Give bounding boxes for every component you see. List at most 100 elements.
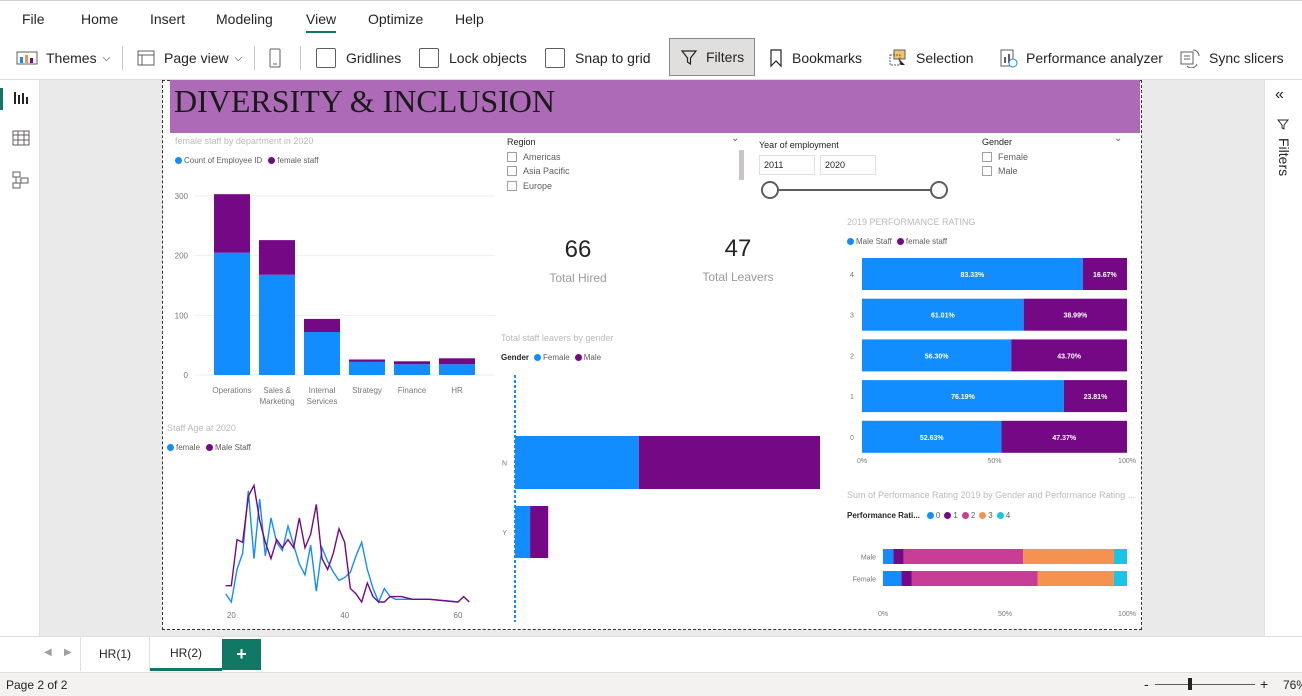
zoom-slider-track[interactable] bbox=[1155, 684, 1255, 685]
tab-hr2[interactable]: HR(2) bbox=[150, 637, 222, 671]
legend-label: 0 bbox=[935, 511, 941, 520]
y-tick-label: 1 bbox=[850, 394, 854, 401]
leavers-chart-title: Total staff leavers by gender bbox=[501, 333, 614, 343]
total-leavers-label: Total Leavers bbox=[702, 270, 774, 284]
year-slider-end-handle[interactable] bbox=[930, 181, 948, 199]
legend-dot-blue bbox=[167, 444, 174, 451]
sync-slicers-label: Sync slicers bbox=[1209, 50, 1284, 66]
chevron-right-icon[interactable]: ▶ bbox=[64, 647, 72, 658]
status-bar: Page 2 of 2 - + 76% bbox=[0, 672, 1302, 696]
menu-modeling[interactable]: Modeling bbox=[216, 11, 273, 27]
year-from-input[interactable]: 2011 bbox=[759, 155, 815, 175]
slicer-scrollbar[interactable] bbox=[739, 150, 744, 180]
series-line-female bbox=[225, 490, 459, 604]
checkbox-icon bbox=[419, 48, 439, 68]
mobile-layout-icon bbox=[269, 48, 281, 68]
filters-pane-label: Filters bbox=[1276, 138, 1292, 177]
legend-dot bbox=[944, 512, 952, 519]
mobile-layout-button[interactable] bbox=[268, 44, 282, 72]
year-slider-track bbox=[770, 189, 938, 191]
zoom-level[interactable]: 76% bbox=[1283, 678, 1302, 692]
x-tick-label: 50% bbox=[998, 611, 1012, 618]
data-label: 16.67% bbox=[1093, 272, 1118, 279]
themes-button[interactable]: Themes ⌵ bbox=[16, 44, 110, 72]
gender-slicer-title: Gender bbox=[982, 137, 1013, 147]
ribbon-separator bbox=[300, 46, 301, 70]
report-view-icon[interactable] bbox=[12, 90, 30, 106]
legend-dot-purple bbox=[206, 444, 214, 451]
snap-to-grid-checkbox[interactable]: Snap to grid bbox=[545, 44, 651, 72]
expand-icon[interactable]: « bbox=[1275, 86, 1284, 104]
y-tick-label: 300 bbox=[175, 192, 189, 201]
gridlines-checkbox[interactable]: Gridlines bbox=[316, 44, 401, 72]
age-chart-title: Staff Age at 2020 bbox=[167, 423, 236, 433]
legend-dot-purple bbox=[268, 157, 276, 164]
bookmarks-button[interactable]: Bookmarks bbox=[768, 44, 862, 72]
legend-label: Male Staff bbox=[856, 237, 892, 246]
page-tabs: ◀ ▶ HR(1) HR(2) + bbox=[0, 636, 1302, 672]
menu-help[interactable]: Help bbox=[455, 11, 484, 27]
region-slicer-title: Region bbox=[507, 137, 536, 147]
legend-label: Female bbox=[543, 353, 570, 362]
performance-bar-chart[interactable]: 83.33% 16.67% 4 61.01% 38.99% 3 56.30% 43.70% 2 7… bbox=[840, 250, 1140, 470]
gender-option-male[interactable]: Male bbox=[982, 166, 1018, 176]
legend-dot-blue bbox=[847, 238, 854, 245]
checkbox-icon bbox=[507, 152, 517, 162]
checkbox-icon bbox=[545, 48, 565, 68]
zoom-out-button[interactable]: - bbox=[1144, 676, 1149, 692]
zoom-in-button[interactable]: + bbox=[1260, 676, 1268, 692]
menu-file[interactable]: File bbox=[22, 11, 45, 27]
legend-title: Performance Rati... bbox=[847, 511, 920, 520]
performance-chart-title: 2019 PERFORMANCE RATING bbox=[847, 217, 976, 227]
performance-analyzer-button[interactable]: Performance analyzer bbox=[998, 44, 1163, 72]
option-label: Americas bbox=[523, 152, 561, 162]
data-label: 56.30% bbox=[925, 353, 950, 360]
region-option-americas[interactable]: Americas bbox=[507, 152, 561, 162]
selection-label: Selection bbox=[916, 50, 974, 66]
filters-button[interactable]: Filters bbox=[669, 38, 756, 76]
chevron-down-icon[interactable]: ⌄ bbox=[731, 133, 739, 144]
option-label: Female bbox=[998, 152, 1029, 162]
gender-option-female[interactable]: Female bbox=[982, 152, 1028, 162]
legend-label: female staff bbox=[905, 237, 948, 246]
page-indicator: Page 2 of 2 bbox=[6, 678, 68, 692]
year-slider-start-handle[interactable] bbox=[761, 181, 779, 199]
model-view-icon[interactable] bbox=[12, 170, 30, 190]
legend-label: 1 bbox=[953, 511, 958, 520]
bar-segment bbox=[214, 194, 250, 253]
menu-insert[interactable]: Insert bbox=[150, 11, 185, 27]
y-tick-label: 200 bbox=[175, 252, 189, 261]
dept-bar-chart[interactable]: 0 100 200 300 Operations Sales & Marketing Inte… bbox=[165, 190, 505, 415]
page-view-label: Page view bbox=[164, 50, 229, 66]
rating-gender-bar-chart[interactable]: Male Female 0% 50% 100% bbox=[840, 535, 1140, 625]
legend-dot-purple bbox=[574, 354, 582, 361]
add-page-button[interactable]: + bbox=[222, 639, 261, 670]
selection-button[interactable]: Selection bbox=[888, 44, 974, 72]
menu-optimize[interactable]: Optimize bbox=[368, 11, 423, 27]
year-to-input[interactable]: 2020 bbox=[820, 155, 876, 175]
series-line-male bbox=[225, 483, 470, 604]
region-option-europe[interactable]: Europe bbox=[507, 181, 552, 191]
page-view-button[interactable]: Page view ⌵ bbox=[136, 44, 242, 72]
filters-pane-collapsed[interactable]: « Filters bbox=[1264, 80, 1302, 636]
leavers-bar-chart[interactable]: NY bbox=[495, 370, 825, 625]
tab-hr1[interactable]: HR(1) bbox=[80, 637, 150, 671]
sync-slicers-button[interactable]: Sync slicers bbox=[1179, 44, 1284, 72]
chevron-down-icon[interactable]: ⌄ bbox=[1114, 133, 1122, 144]
zoom-slider-handle[interactable] bbox=[1188, 678, 1192, 690]
total-leavers-value: 47 bbox=[724, 235, 752, 262]
data-label: 38.99% bbox=[1063, 313, 1088, 320]
chevron-down-icon: ⌵ bbox=[102, 52, 111, 64]
menu-home[interactable]: Home bbox=[81, 11, 118, 27]
legend-dot-purple bbox=[896, 238, 904, 245]
menu-view[interactable]: View bbox=[306, 11, 337, 33]
lock-objects-label: Lock objects bbox=[449, 50, 527, 66]
table-view-icon[interactable] bbox=[12, 130, 30, 146]
age-line-chart[interactable]: 20 40 60 bbox=[165, 470, 495, 625]
y-tick-label: Male bbox=[861, 555, 876, 562]
filter-icon bbox=[1277, 119, 1289, 130]
gridlines-label: Gridlines bbox=[346, 50, 402, 66]
lock-objects-checkbox[interactable]: Lock objects bbox=[419, 44, 527, 72]
chevron-left-icon[interactable]: ◀ bbox=[44, 647, 52, 658]
region-option-asia-pacific[interactable]: Asia Pacific bbox=[507, 166, 570, 176]
